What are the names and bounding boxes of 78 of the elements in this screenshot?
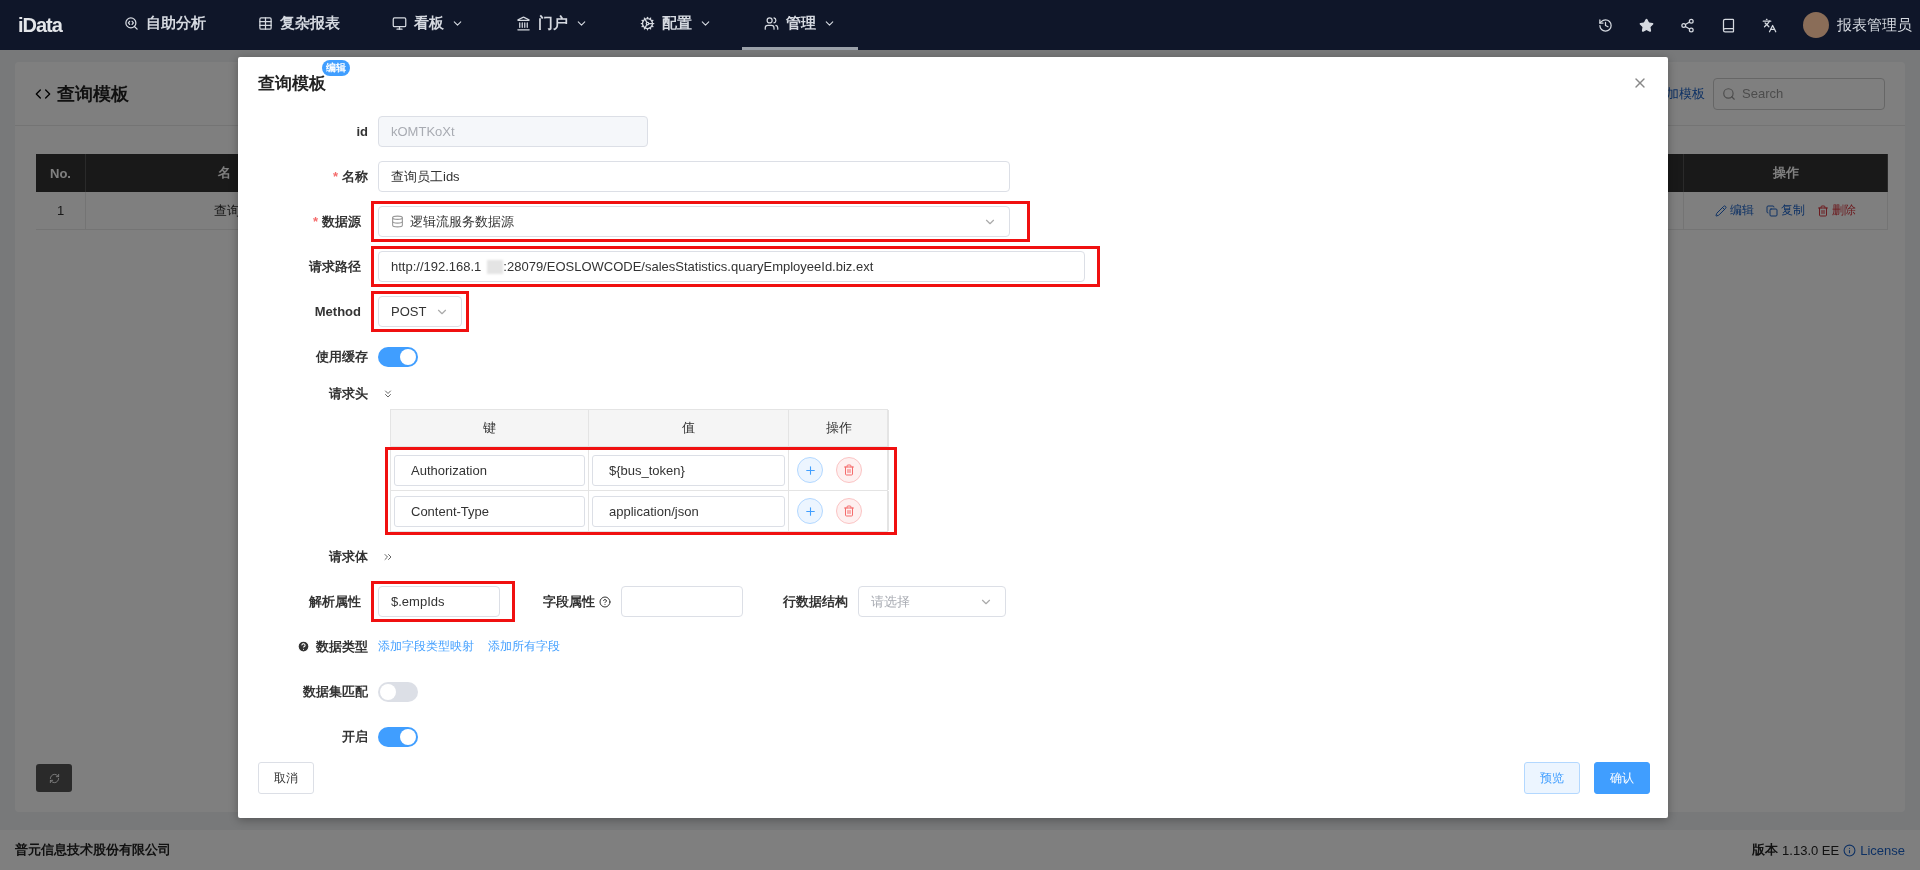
user-name[interactable]: 报表管理员 (1837, 15, 1912, 35)
column-header: No. (36, 154, 86, 192)
header-value-field[interactable]: application/json (592, 495, 785, 527)
table-icon (257, 16, 273, 31)
search-icon (1722, 86, 1736, 101)
field-label: 请求路径 (307, 257, 362, 276)
pencil-icon (1715, 204, 1727, 217)
name-field[interactable]: 查询员工ids (378, 161, 1010, 192)
chevrons-right-icon[interactable] (382, 551, 394, 563)
field-label: 请求头 (327, 385, 369, 403)
trash-icon (843, 464, 855, 476)
users-icon (763, 16, 779, 31)
trash-icon (1817, 204, 1829, 217)
datasource-select[interactable]: 逻辑流服务数据源 (378, 206, 1010, 237)
toggle-switch[interactable] (378, 346, 418, 367)
info-icon (1843, 843, 1857, 857)
bank-icon (515, 16, 531, 31)
page-title: 查询模板 (57, 82, 129, 106)
header-key-field[interactable]: Content-Type (394, 495, 585, 527)
nav-item[interactable]: 自助分析 (101, 0, 228, 50)
column-header: 键 (391, 410, 589, 447)
nav-item[interactable]: 看板 (369, 0, 486, 50)
nav-item[interactable]: 配置 (617, 0, 734, 50)
gears-icon (639, 16, 655, 31)
column-header: 值 (589, 410, 789, 447)
field-label: 解析属性 (308, 592, 362, 611)
add-row-button[interactable] (797, 457, 823, 483)
field-label: 请求体 (327, 548, 369, 566)
field-label: 数据类型 (316, 638, 368, 654)
trash-icon (843, 505, 855, 517)
copy-icon (1766, 204, 1778, 217)
add-row-button[interactable] (797, 498, 823, 524)
mode-badge: 编辑 (322, 59, 350, 76)
nav-item[interactable]: 管理 (741, 0, 858, 50)
plus-icon (803, 504, 817, 518)
share-icon[interactable] (1680, 17, 1695, 33)
table-cell: 1 (36, 192, 86, 230)
plus-icon (803, 463, 817, 477)
refresh-icon (48, 772, 60, 784)
field-label: 数据集匹配 (302, 682, 369, 701)
translate-icon[interactable] (1762, 17, 1777, 33)
version-number: 1.13.0 EE (1782, 842, 1840, 858)
star-icon[interactable] (1639, 17, 1654, 33)
refresh-button[interactable] (36, 764, 72, 792)
parse-field[interactable]: $.empIds (378, 586, 500, 617)
cancel-button[interactable]: 取消 (258, 762, 314, 794)
field-label: id (355, 124, 369, 139)
version-label: 版本 (1752, 841, 1779, 859)
search-chart-icon (123, 16, 139, 31)
nav-item[interactable]: 门户 (493, 0, 610, 50)
chevrons-down-icon[interactable] (382, 388, 394, 400)
field-label: 行数据结构 (783, 592, 848, 611)
monitor-icon (391, 16, 407, 31)
field-attr-field[interactable] (621, 586, 743, 617)
delete-row-button[interactable] (836, 457, 862, 483)
user-avatar[interactable] (1803, 12, 1829, 38)
database-icon (391, 215, 404, 228)
toggle-switch[interactable] (378, 726, 418, 747)
field-label: * 数据源 (311, 212, 362, 231)
field-label: 开启 (341, 727, 369, 746)
column-header: 操作 (789, 410, 889, 447)
help-icon (599, 595, 611, 608)
company-name: 普元信息技术股份有限公司 (15, 841, 171, 859)
field-label: 使用缓存 (314, 347, 369, 366)
request-path-field[interactable]: http://192.168.1 :28079/EOSLOWCODE/salesStatistics.quaryEmployeeId.biz.ext (378, 251, 1085, 282)
column-header: 操作 (1684, 154, 1888, 192)
field-label: 字段属性 (543, 592, 611, 611)
nav-item[interactable]: 复杂报表 (235, 0, 362, 50)
toggle-switch[interactable] (378, 681, 418, 702)
history-icon[interactable] (1598, 17, 1613, 33)
header-key-field[interactable]: Authorization (394, 454, 585, 486)
method-select[interactable]: POST (378, 296, 462, 327)
app-logo[interactable]: iData (18, 0, 62, 50)
delete-row-button[interactable] (836, 498, 862, 524)
header-value-field[interactable]: ${bus_token} (592, 454, 785, 486)
field-label: Method (313, 304, 362, 319)
book-icon[interactable] (1721, 17, 1736, 33)
help-icon (297, 639, 310, 653)
